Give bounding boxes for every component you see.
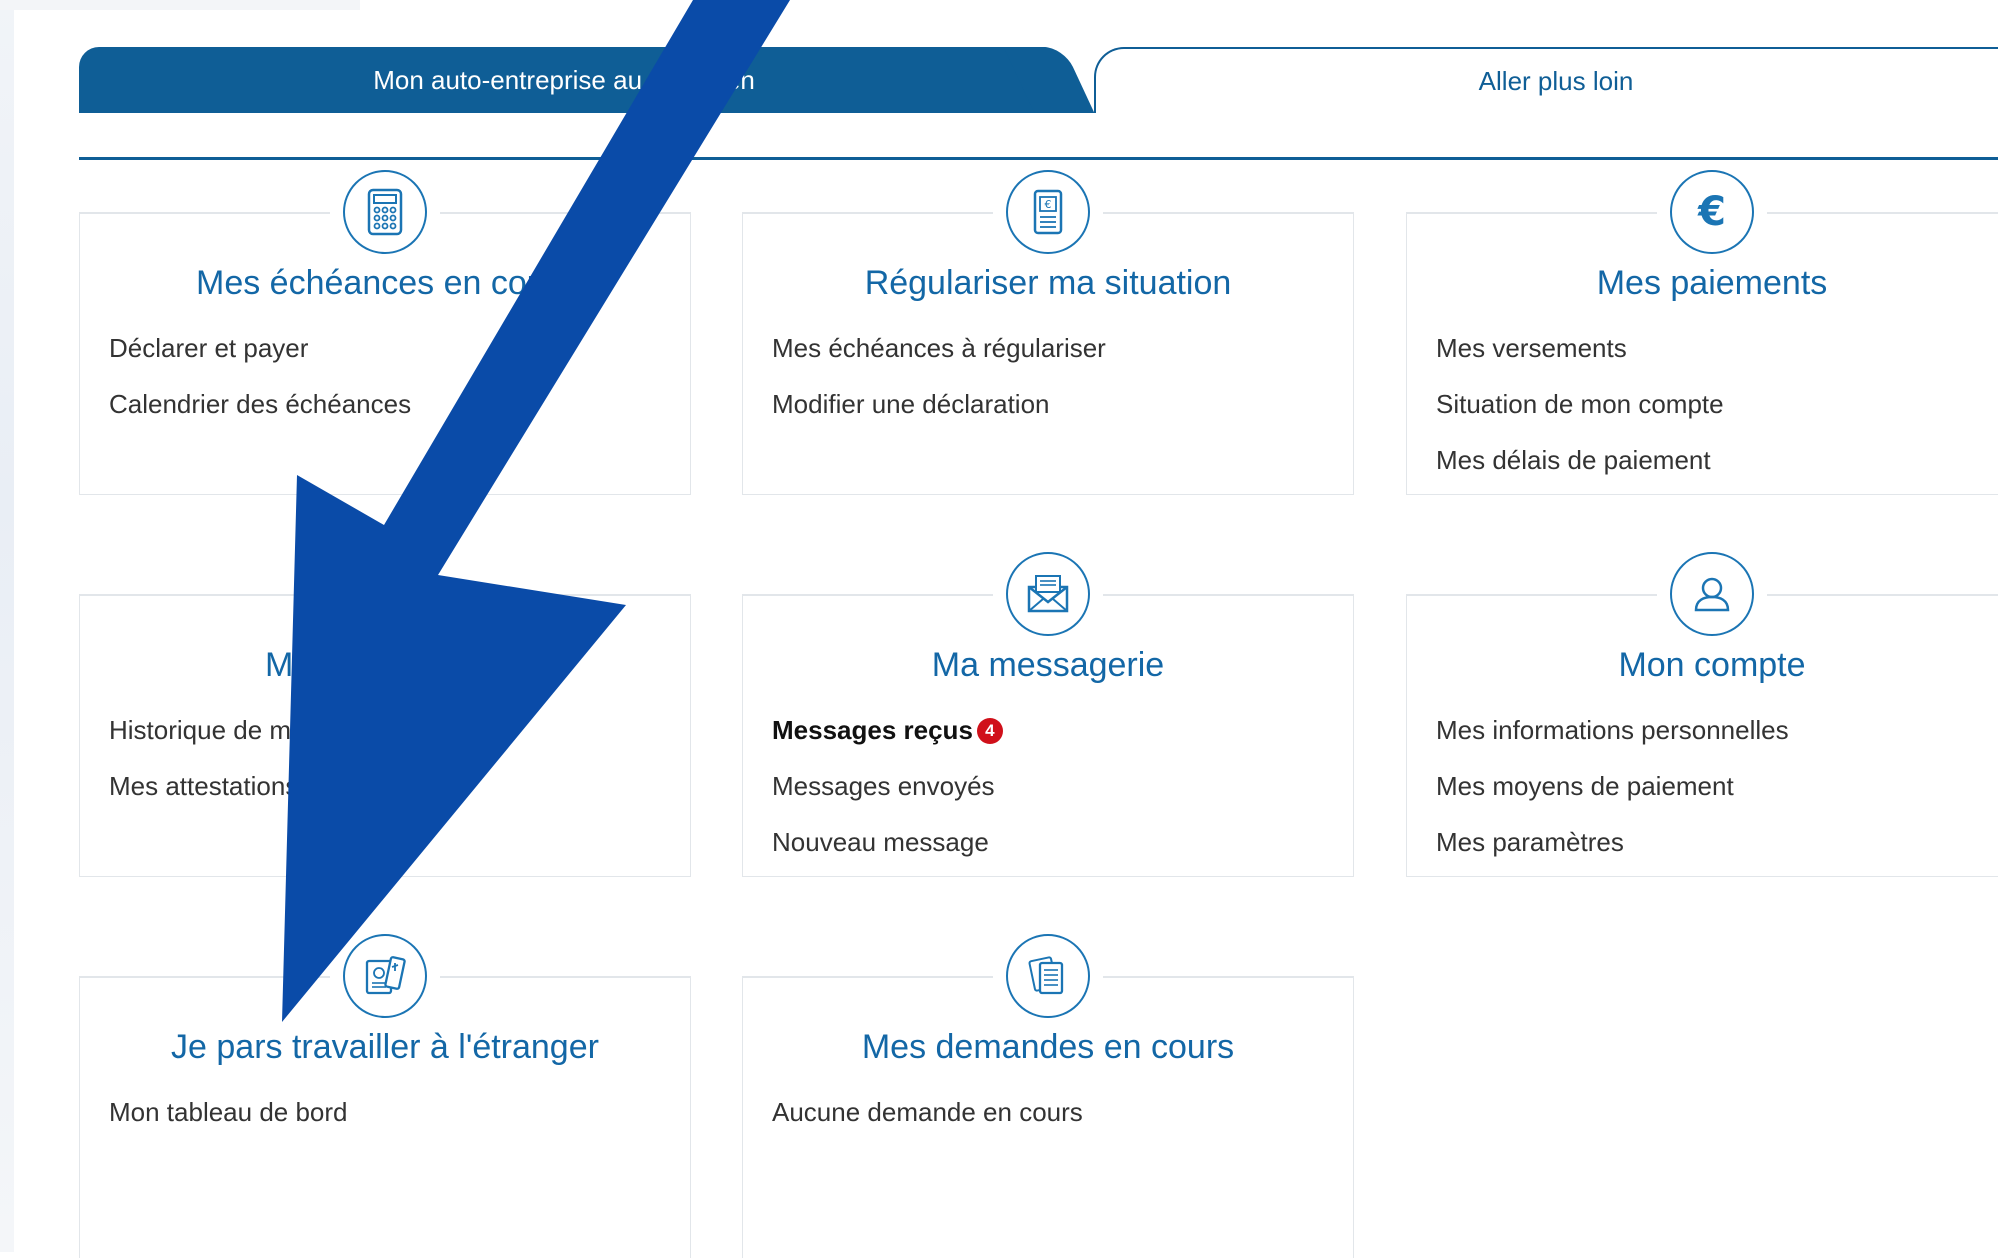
link-label: Messages reçus [772, 715, 973, 745]
card-travailler-etranger: Je pars travailler à l'étranger Mon tabl… [79, 934, 691, 1258]
unread-badge: 4 [976, 718, 1003, 744]
link-modifier-declaration[interactable]: Modifier une déclaration [772, 376, 1106, 432]
tab-underline [79, 157, 1998, 160]
card-mes-documents: Mes documents Historique de mes déclarat… [79, 594, 691, 877]
tab-mon-auto-entreprise[interactable]: Mon auto-entreprise au quotidien [79, 47, 1049, 113]
card-regulariser: € Régulariser ma situation Mes échéances… [742, 170, 1354, 495]
link-moyens-paiement[interactable]: Mes moyens de paiement [1436, 758, 1789, 814]
link-declarer-payer[interactable]: Déclarer et payer [109, 320, 411, 376]
card-title: Mes documents [265, 646, 505, 684]
user-icon [1670, 552, 1754, 636]
background-strip [0, 0, 14, 1252]
link-informations-personnelles[interactable]: Mes informations personnelles [1436, 702, 1789, 758]
background-strip-top [0, 0, 360, 10]
link-tableau-de-bord[interactable]: Mon tableau de bord [109, 1084, 348, 1140]
card-title: Je pars travailler à l'étranger [171, 1028, 599, 1066]
link-parametres[interactable]: Mes paramètres [1436, 814, 1789, 870]
card-title: Mon compte [1618, 646, 1806, 684]
tab-label: Aller plus loin [1478, 65, 1634, 96]
card-title: Mes demandes en cours [861, 1028, 1235, 1066]
link-mes-attestations[interactable]: Mes attestations [109, 758, 466, 814]
card-mes-paiements: € Mes paiements Mes versements Situation… [1406, 170, 1998, 495]
card-mes-demandes: Mes demandes en cours Aucune demande en … [742, 934, 1354, 1258]
calculator-icon [343, 170, 427, 254]
card-title: Mes paiements [1596, 264, 1828, 302]
tab-aller-plus-loin[interactable]: Aller plus loin [1094, 47, 1998, 113]
no-request-text: Aucune demande en cours [772, 1097, 1083, 1127]
link-situation-compte[interactable]: Situation de mon compte [1436, 376, 1724, 432]
link-historique-declarations[interactable]: Historique de mes déclarations [109, 702, 466, 758]
link-calendrier[interactable]: Calendrier des échéances [109, 376, 411, 432]
passport-icon [343, 934, 427, 1018]
svg-text:€: € [1697, 190, 1726, 234]
link-nouveau-message[interactable]: Nouveau message [772, 814, 1003, 870]
link-echeances-regulariser[interactable]: Mes échéances à régulariser [772, 320, 1106, 376]
euro-icon: € [1670, 170, 1754, 254]
card-ma-messagerie: Ma messagerie Messages reçus 4 Messages e… [742, 552, 1354, 877]
card-title: Ma messagerie [931, 646, 1165, 684]
card-title: Régulariser ma situation [864, 264, 1232, 302]
papers-icon [1006, 934, 1090, 1018]
link-messages-envoyes[interactable]: Messages envoyés [772, 758, 1003, 814]
tab-bar: Mon auto-entreprise au quotidien Aller p… [79, 47, 1998, 160]
link-delais-paiement[interactable]: Mes délais de paiement [1436, 432, 1724, 488]
svg-text:€: € [1045, 198, 1052, 211]
card-title: Mes échéances en cours [196, 264, 574, 302]
euro-document-icon: € [1006, 170, 1090, 254]
link-messages-recus[interactable]: Messages reçus 4 [772, 702, 1003, 758]
tab-label: Mon auto-entreprise au quotidien [373, 64, 755, 95]
card-mes-echeances: Mes échéances en cours Déclarer et payer… [79, 170, 691, 495]
link-mes-versements[interactable]: Mes versements [1436, 320, 1724, 376]
card-mon-compte: Mon compte Mes informations personnelles… [1406, 552, 1998, 877]
envelope-icon [1006, 552, 1090, 636]
